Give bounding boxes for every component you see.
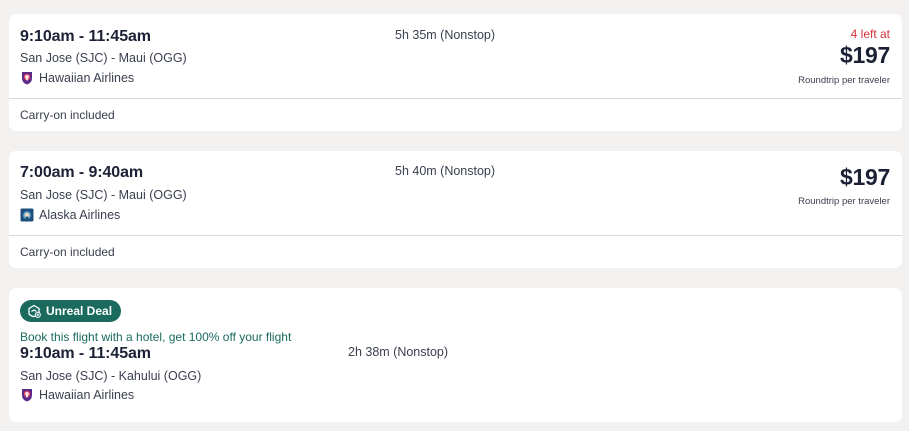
hawaiian-airlines-logo-icon	[20, 388, 34, 402]
unreal-deal-badge: Unreal Deal	[20, 300, 122, 322]
flight-route: San Jose (SJC) - Kahului (OGG)	[20, 369, 202, 383]
price: $197	[840, 42, 890, 68]
amenity-text: Carry-on included	[20, 245, 115, 259]
flight-card[interactable]: 9:10am - 11:45am San Jose (SJC) - Maui (…	[9, 14, 902, 131]
badge-label: Unreal Deal	[46, 304, 113, 318]
airline: Hawaiian Airlines	[20, 388, 134, 402]
amenity-text: Carry-on included	[20, 108, 115, 122]
price-note: Roundtrip per traveler	[798, 196, 890, 207]
airline: Hawaiian Airlines	[20, 71, 134, 85]
divider	[9, 235, 902, 236]
flight-times: 7:00am - 9:40am	[20, 164, 144, 181]
flight-card[interactable]: Unreal Deal Book this flight with a hote…	[9, 288, 902, 422]
flight-card[interactable]: 7:00am - 9:40am San Jose (SJC) - Maui (O…	[9, 151, 902, 268]
airline-name: Hawaiian Airlines	[39, 71, 135, 85]
alaska-airlines-logo-icon	[20, 208, 34, 222]
airline-name: Hawaiian Airlines	[39, 388, 135, 402]
flight-route: San Jose (SJC) - Maui (OGG)	[20, 188, 187, 202]
flight-times: 9:10am - 11:45am	[20, 28, 151, 45]
hotel-plus-flight-icon	[27, 304, 41, 318]
flight-route: San Jose (SJC) - Maui (OGG)	[20, 51, 187, 65]
price-note: Roundtrip per traveler	[798, 75, 890, 86]
airline-name: Alaska Airlines	[39, 208, 121, 222]
price: $197	[840, 164, 890, 190]
seats-left-badge: 4 left at	[850, 27, 890, 41]
hawaiian-airlines-logo-icon	[20, 71, 34, 85]
flight-duration: 2h 38m (Nonstop)	[348, 345, 449, 359]
flight-duration: 5h 35m (Nonstop)	[395, 28, 496, 42]
flight-times: 9:10am - 11:45am	[20, 345, 151, 362]
airline: Alaska Airlines	[20, 208, 120, 222]
flight-duration: 5h 40m (Nonstop)	[395, 164, 496, 178]
divider	[9, 98, 902, 99]
deal-description: Book this flight with a hotel, get 100% …	[20, 330, 292, 344]
